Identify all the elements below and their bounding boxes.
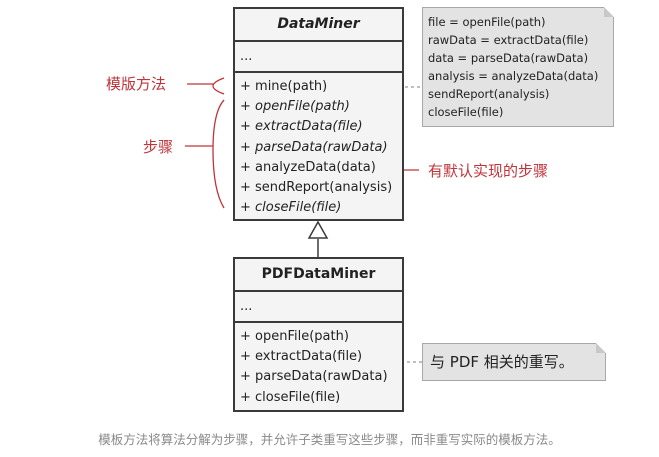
note-line: analysis = analyzeData(data) [428, 69, 599, 84]
operation-analyzedata: + analyzeData(data) [240, 159, 376, 175]
class-pdfdataminer: PDFDataMiner ... + openFile(path) + extr… [233, 257, 404, 412]
operation-extractdata: + extractData(file) [240, 349, 363, 365]
operation-parsedata: + parseData(rawData) [240, 139, 388, 155]
operation-extractdata: + extractData(file) [240, 119, 363, 135]
operation-sendreport: + sendReport(analysis) [240, 180, 393, 196]
note-line: closeFile(file) [428, 105, 504, 120]
override-note: 与 PDF 相关的重写。 [422, 343, 606, 381]
figure-caption: 模板方法将算法分解为步骤，并允许子类重写这些步骤，而非重写实际的模板方法。 [98, 432, 561, 447]
note-line: rawData = extractData(file) [428, 33, 589, 48]
operation-openfile: + openFile(path) [240, 329, 349, 344]
class-attributes: ... [240, 49, 253, 64]
operation-closefile: + closeFile(file) [240, 389, 341, 405]
operation-mine: + mine(path) [240, 79, 328, 94]
operation-closefile: + closeFile(file) [240, 200, 342, 216]
code-note: file = openFile(path) rawData = extractD… [422, 7, 614, 127]
note-line: file = openFile(path) [428, 15, 546, 29]
operation-openfile: + openFile(path) [240, 99, 350, 115]
steps-brace [212, 99, 225, 209]
class-dataminer: DataMiner ... + mine(path) + openFile(pa… [233, 7, 404, 221]
note-line: data = parseData(rawData) [428, 51, 589, 66]
class-name-pdfdataminer: PDFDataMiner [261, 266, 376, 282]
label-template-method: 模版方法 [106, 75, 167, 93]
note-line: sendReport(analysis) [428, 87, 550, 102]
label-default-steps: 有默认实现的步骤 [428, 162, 549, 180]
override-note-text: 与 PDF 相关的重写。 [430, 353, 574, 371]
class-attributes: ... [240, 299, 253, 314]
label-steps: 步骤 [143, 138, 174, 156]
class-name-dataminer: DataMiner [277, 16, 360, 32]
inheritance-arrowhead [307, 220, 329, 239]
note-fold-corner [604, 7, 614, 17]
note-fold-corner [596, 343, 606, 353]
template-method-brace [212, 77, 225, 95]
operation-parsedata: + parseData(rawData) [240, 369, 388, 385]
